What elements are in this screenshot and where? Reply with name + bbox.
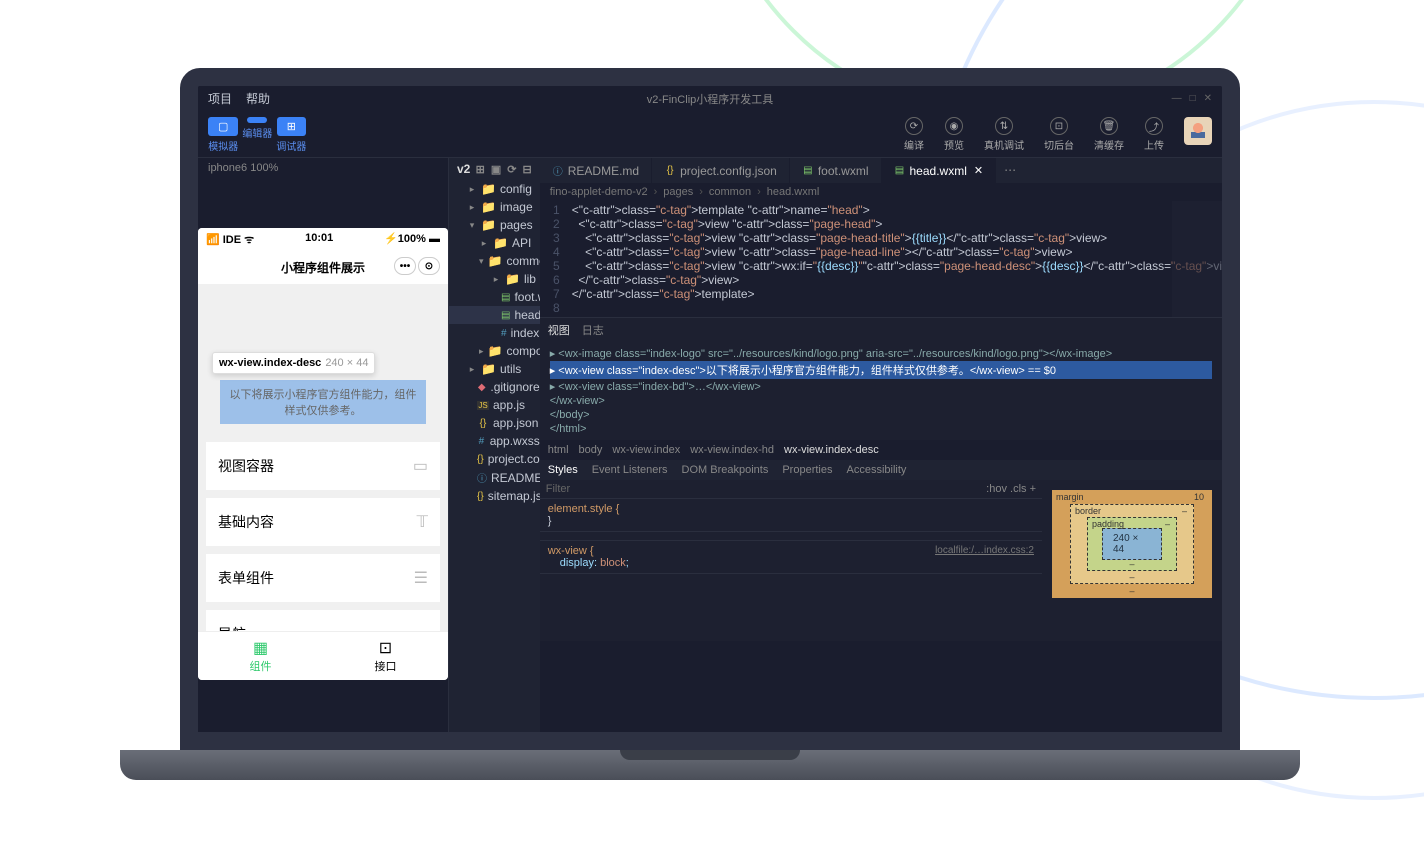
list-item[interactable]: 视图容器▭ bbox=[206, 442, 440, 490]
list-item[interactable]: 表单组件☰ bbox=[206, 554, 440, 602]
breadcrumb-seg[interactable]: pages bbox=[663, 186, 693, 198]
devtools-tab-日志[interactable]: 日志 bbox=[582, 322, 604, 338]
folder-utils[interactable]: ▸📁utils bbox=[449, 360, 540, 378]
styles-filter-opts[interactable]: :hov .cls + bbox=[980, 480, 1042, 498]
tab-project.config.json[interactable]: {}project.config.json bbox=[652, 158, 790, 183]
action-真机调试[interactable]: ⇅真机调试 bbox=[984, 117, 1024, 152]
action-切后台[interactable]: ⊡切后台 bbox=[1044, 117, 1074, 152]
tabs-more-icon[interactable]: ⋯ bbox=[996, 158, 1024, 183]
status-battery: ⚡100% ▬ bbox=[384, 232, 440, 247]
collapse-icon[interactable]: ⊟ bbox=[523, 163, 532, 176]
close-icon[interactable]: ✕ bbox=[1204, 93, 1212, 104]
capsule-menu-icon[interactable]: ••• bbox=[394, 257, 416, 275]
dom-crumb[interactable]: wx-view.index-desc bbox=[784, 444, 879, 456]
maximize-icon[interactable]: □ bbox=[1190, 93, 1196, 104]
file-sitemap.json[interactable]: {}sitemap.json bbox=[449, 487, 540, 505]
laptop-frame: 项目 帮助 v2-FinClip小程序开发工具 — □ ✕ ▢模拟器编辑器⊞调试… bbox=[180, 68, 1240, 780]
app-title: 小程序组件展示 bbox=[281, 261, 365, 275]
toolbar: ▢模拟器编辑器⊞调试器 ⟳编译 ◉预览 ⇅真机调试 ⊡切后台 🗑清缓存 ⤴上传 bbox=[198, 111, 1222, 157]
breadcrumb: fino-applet-demo-v2›pages›common›head.wx… bbox=[540, 183, 1222, 201]
folder-lib[interactable]: ▸📁lib bbox=[449, 270, 540, 288]
breadcrumb-seg[interactable]: fino-applet-demo-v2 bbox=[550, 186, 648, 198]
folder-config[interactable]: ▸📁config bbox=[449, 180, 540, 198]
simulator-device[interactable]: iphone6 100% bbox=[198, 157, 448, 178]
list-item[interactable]: 基础内容𝕋 bbox=[206, 498, 440, 546]
file-.gitignore[interactable]: ◆.gitignore bbox=[449, 378, 540, 396]
menu-help[interactable]: 帮助 bbox=[246, 90, 270, 107]
toolbar-模拟器[interactable]: ▢模拟器 bbox=[208, 117, 238, 153]
action-预览[interactable]: ◉预览 bbox=[944, 117, 964, 152]
dom-crumb[interactable]: wx-view.index-hd bbox=[690, 444, 774, 456]
devtools-subtab-Accessibility[interactable]: Accessibility bbox=[846, 464, 906, 476]
file-app.js[interactable]: JSapp.js bbox=[449, 396, 540, 414]
file-head.wxml[interactable]: ▤head.wxml bbox=[449, 306, 540, 324]
box-model: margin10 border– padding– 240 × 44 – – – bbox=[1042, 480, 1222, 641]
breadcrumb-seg[interactable]: common bbox=[709, 186, 751, 198]
menubar: 项目 帮助 v2-FinClip小程序开发工具 — □ ✕ bbox=[198, 86, 1222, 111]
ide-window: 项目 帮助 v2-FinClip小程序开发工具 — □ ✕ ▢模拟器编辑器⊞调试… bbox=[198, 86, 1222, 732]
dom-crumb[interactable]: body bbox=[579, 444, 603, 456]
dom-tree[interactable]: ▸ <wx-image class="index-logo" src="../r… bbox=[540, 342, 1222, 440]
phone-tab-接口[interactable]: ⊡接口 bbox=[323, 632, 448, 680]
refresh-icon[interactable]: ⟳ bbox=[507, 163, 516, 176]
phone-tab-组件[interactable]: ▦组件 bbox=[198, 632, 323, 680]
devtools-subtab-Styles[interactable]: Styles bbox=[548, 464, 578, 476]
devtools-subtab-Event Listeners[interactable]: Event Listeners bbox=[592, 464, 668, 476]
dom-breadcrumb[interactable]: html body wx-view.index wx-view.index-hd wx-… bbox=[540, 440, 1222, 460]
styles-panel[interactable]: Filter :hov .cls + element.style {}</spa… bbox=[540, 480, 1042, 641]
folder-API[interactable]: ▸📁API bbox=[449, 234, 540, 252]
file-index.wxss[interactable]: #index.wxss bbox=[449, 324, 540, 342]
dom-crumb[interactable]: wx-view.index bbox=[612, 444, 680, 456]
phone-preview: 📶 IDE ᯤ 10:01 ⚡100% ▬ 小程序组件展示 ••• ⊙ wx-v… bbox=[198, 228, 448, 680]
folder-image[interactable]: ▸📁image bbox=[449, 198, 540, 216]
code-editor[interactable]: 1<"c-attr">class="c-tag">template "c-att… bbox=[540, 201, 1222, 317]
folder-pages[interactable]: ▾📁pages bbox=[449, 216, 540, 234]
tab-close-icon[interactable]: ✕ bbox=[974, 164, 983, 177]
new-file-icon[interactable]: ⊞ bbox=[476, 163, 485, 176]
file-explorer: v2 ⊞ ▣ ⟳ ⊟ ▸📁config▸📁image▾📁pages▸📁API▾📁… bbox=[448, 157, 540, 732]
file-app.json[interactable]: {}app.json bbox=[449, 414, 540, 432]
action-上传[interactable]: ⤴上传 bbox=[1144, 117, 1164, 152]
styles-filter-input[interactable]: Filter bbox=[540, 480, 980, 498]
tab-README.md[interactable]: ⓘREADME.md bbox=[540, 158, 652, 183]
editor-area: ⓘREADME.md{}project.config.json▤foot.wxm… bbox=[540, 157, 1222, 732]
action-编译[interactable]: ⟳编译 bbox=[904, 117, 924, 152]
new-folder-icon[interactable]: ▣ bbox=[491, 163, 501, 176]
capsule-close-icon[interactable]: ⊙ bbox=[418, 257, 440, 275]
tab-head.wxml[interactable]: ▤head.wxml✕ bbox=[882, 158, 997, 183]
folder-common[interactable]: ▾📁common bbox=[449, 252, 540, 270]
inspect-tooltip: wx-view.index-desc240 × 44 bbox=[212, 352, 375, 374]
list-item[interactable]: 导航∘∘∘ bbox=[206, 610, 440, 631]
project-root[interactable]: v2 bbox=[457, 162, 470, 176]
window-title: v2-FinClip小程序开发工具 bbox=[647, 91, 774, 107]
minimap[interactable] bbox=[1172, 201, 1222, 317]
toolbar-编辑器[interactable]: 编辑器 bbox=[242, 117, 272, 153]
tab-foot.wxml[interactable]: ▤foot.wxml bbox=[790, 158, 882, 183]
folder-component[interactable]: ▸📁component bbox=[449, 342, 540, 360]
status-time: 10:01 bbox=[305, 232, 333, 247]
breadcrumb-seg[interactable]: head.wxml bbox=[767, 186, 820, 198]
action-清缓存[interactable]: 🗑清缓存 bbox=[1094, 117, 1124, 152]
devtools-tab-视图[interactable]: 视图 bbox=[548, 322, 570, 338]
devtools-subtab-DOM Breakpoints[interactable]: DOM Breakpoints bbox=[682, 464, 769, 476]
simulator-panel: iphone6 100% 📶 IDE ᯤ 10:01 ⚡100% ▬ 小程序组件… bbox=[198, 157, 448, 732]
file-app.wxss[interactable]: #app.wxss bbox=[449, 432, 540, 450]
toolbar-调试器[interactable]: ⊞调试器 bbox=[276, 117, 306, 153]
inspect-highlight: 以下将展示小程序官方组件能力，组件样式仅供参考。 bbox=[220, 380, 426, 424]
minimize-icon[interactable]: — bbox=[1172, 93, 1182, 104]
devtools-subtab-Properties[interactable]: Properties bbox=[782, 464, 832, 476]
dom-crumb[interactable]: html bbox=[548, 444, 569, 456]
file-project.config.json[interactable]: {}project.config.json bbox=[449, 450, 540, 468]
file-foot.wxml[interactable]: ▤foot.wxml bbox=[449, 288, 540, 306]
devtools: 视图日志 ▸ <wx-image class="index-logo" src=… bbox=[540, 317, 1222, 641]
menu-project[interactable]: 项目 bbox=[208, 90, 232, 107]
status-carrier: 📶 IDE ᯤ bbox=[206, 232, 254, 247]
avatar[interactable] bbox=[1184, 117, 1212, 145]
file-README.md[interactable]: ⓘREADME.md bbox=[449, 468, 540, 487]
